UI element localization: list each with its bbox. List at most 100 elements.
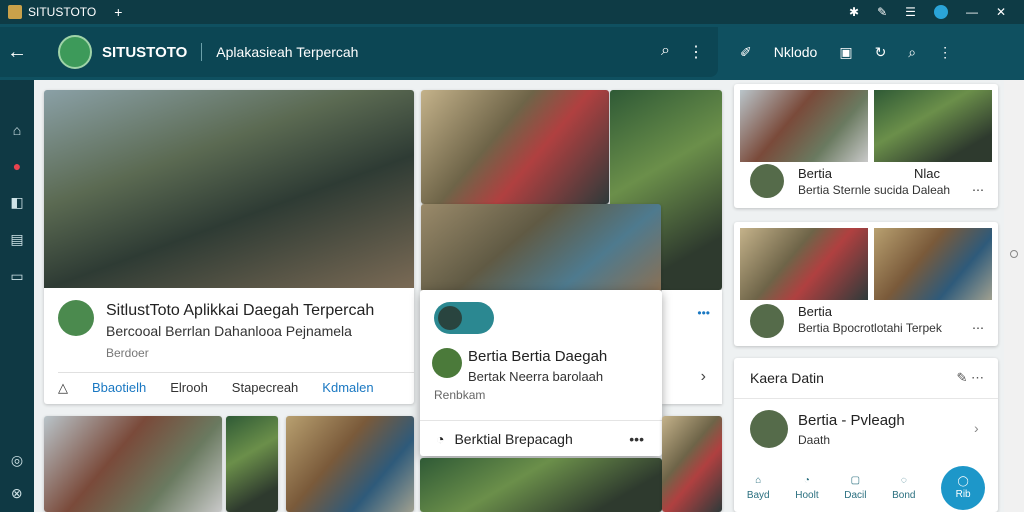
profile-icon[interactable] — [933, 5, 948, 19]
feed-photo-3[interactable] — [286, 416, 414, 512]
layout-icon[interactable]: ◧ — [10, 194, 23, 211]
gallery-photo-1[interactable] — [421, 90, 609, 204]
more-vert-icon[interactable]: ⋮ — [938, 44, 952, 61]
right-panel: Kaera Datin ✎ ⋯ Bertia - Pvleagh Daath ›… — [734, 358, 998, 512]
scrollbar-thumb[interactable] — [1010, 250, 1018, 258]
extension-icon[interactable]: ✱ — [849, 5, 859, 19]
list-icon[interactable]: ▤ — [10, 231, 23, 248]
news-card-2[interactable]: Bertia Bertia Bpocrotlotahi Terpek ⋯ — [734, 222, 998, 346]
app-header: ← SITUSTOTO Aplakasieah Terpercah ⌕ ⋮ ✐ … — [0, 24, 1024, 80]
tab-explore[interactable]: ◔ Hoolt — [795, 475, 818, 501]
panel-icon[interactable]: ▭ — [10, 268, 23, 285]
tab-label: Dacil — [844, 490, 867, 501]
main-post-card[interactable]: SitlustToto Aplikkai Daegah Terpercah Be… — [44, 90, 414, 404]
more-icon[interactable]: ⋯ — [972, 321, 984, 335]
news-photo — [874, 90, 992, 162]
edit-icon[interactable]: ✎ — [877, 5, 887, 19]
feed-photo-4[interactable] — [420, 458, 662, 512]
side-card[interactable]: ••• › — [662, 290, 722, 404]
news-subtitle: Bertia Bpocrotlotahi Terpek — [798, 321, 942, 335]
chevron-right-icon[interactable]: › — [701, 368, 706, 386]
avatar[interactable] — [58, 300, 94, 336]
action-button-3[interactable]: Stapecreah — [232, 380, 299, 396]
news-photo — [740, 228, 868, 300]
window-titlebar: SITUSTOTO + ✱ ✎ ☰ — ✕ — [0, 0, 1024, 24]
tab-label: Bond — [892, 490, 916, 501]
tab-label: Bayd — [746, 490, 770, 501]
alert-icon[interactable]: △ — [58, 380, 68, 396]
news-subtitle: Bertia Sternle sucida Daleah — [798, 183, 951, 197]
search-icon[interactable]: ⌕ — [661, 42, 670, 62]
back-arrow-icon[interactable]: ← — [0, 41, 34, 64]
gallery-photo-3[interactable] — [421, 204, 661, 292]
chevron-right-icon[interactable]: › — [974, 420, 979, 436]
toggle-knob — [438, 306, 462, 330]
news-title: Bertia — [798, 166, 832, 181]
scrollbar[interactable] — [1004, 80, 1024, 512]
avatar[interactable] — [750, 410, 788, 448]
panel-header-icons[interactable]: ✎ ⋯ — [956, 370, 984, 386]
feed-photo-5[interactable] — [662, 416, 722, 512]
more-vert-icon[interactable]: ⋮ — [688, 42, 704, 62]
side-navigation-bottom: ◎ ⊗ — [11, 452, 23, 512]
panel-item-subtitle: Daath — [798, 433, 831, 447]
tab-data[interactable]: ▢ Dacil — [844, 475, 866, 501]
logout-icon[interactable]: ⊗ — [11, 485, 23, 502]
news-extra: Nlac — [914, 166, 941, 181]
chat-icon: ◔ — [436, 430, 445, 447]
new-tab-button[interactable]: + — [114, 4, 122, 20]
tab-home[interactable]: ⌂ Bayd — [747, 475, 770, 501]
pen-icon[interactable]: ✐ — [740, 44, 752, 61]
bottom-tab-bar: ⌂ Bayd ◔ Hoolt ▢ Dacil ◌ Bond ◯ Rib — [734, 464, 998, 512]
channel-avatar[interactable] — [58, 35, 92, 69]
avatar[interactable] — [750, 164, 784, 198]
close-button[interactable]: ✕ — [996, 5, 1006, 19]
compass-icon: ◔ — [803, 475, 810, 486]
popup-subtitle: Bertak Neerra barolaah — [468, 369, 604, 384]
popup-footer-label: Berktial Brepacagh — [454, 430, 573, 447]
tab-label: Hoolt — [795, 490, 819, 501]
window-title: SITUSTOTO — [28, 5, 97, 19]
action-button-1[interactable]: Bbaotielh — [92, 380, 146, 396]
menu-icon[interactable]: ☰ — [905, 5, 916, 19]
post-actions: △ Bbaotielh Elrooh Stapecreah Kdmalen — [58, 372, 414, 396]
home-icon: ⌂ — [755, 475, 762, 486]
avatar[interactable] — [750, 304, 784, 338]
circle-icon: ◌ — [900, 475, 907, 486]
news-title: Bertia — [798, 304, 832, 319]
screen-icon[interactable]: ▣ — [839, 44, 852, 61]
minimize-button[interactable]: — — [966, 5, 978, 19]
window-controls: ✱ ✎ ☰ — ✕ — [849, 5, 1024, 19]
more-icon[interactable]: ••• — [697, 306, 710, 320]
search-icon[interactable]: ⌕ — [908, 44, 916, 61]
fab-icon: ◯ — [957, 476, 969, 487]
more-icon[interactable]: ⋯ — [972, 183, 984, 197]
header-actions: ⌕ ⋮ — [661, 42, 718, 62]
popup-footer[interactable]: ◔ Berktial Brepacagh ••• — [420, 420, 662, 456]
action-button-4[interactable]: Kdmalen — [322, 380, 373, 396]
home-icon[interactable]: ⌂ — [13, 122, 21, 138]
more-icon[interactable]: ••• — [629, 431, 662, 447]
post-popup[interactable]: Bertia Bertia Daegah Bertak Neerra barol… — [420, 290, 662, 456]
post-subtitle: Bercooal Berrlan Dahanlooa Pejnamela — [106, 323, 352, 339]
panel-item-title[interactable]: Bertia - Pvleagh — [798, 412, 905, 429]
action-button-2[interactable]: Elrooh — [170, 380, 208, 396]
avatar[interactable] — [432, 348, 462, 378]
feed-photo-2[interactable] — [226, 416, 278, 512]
header-divider — [201, 43, 203, 61]
header-right-tools: ✐ Nklodo ▣ ↻ ⌕ ⋮ — [740, 44, 952, 61]
header-tool-label[interactable]: Nklodo — [774, 44, 818, 60]
news-card-1[interactable]: Bertia Nlac Bertia Sternle sucida Daleah… — [734, 84, 998, 208]
fab-label: Rib — [955, 489, 971, 500]
refresh-icon[interactable]: ↻ — [875, 44, 887, 61]
notification-icon[interactable]: ● — [13, 158, 21, 174]
tab-bond[interactable]: ◌ Bond — [892, 475, 915, 501]
settings-icon[interactable]: ◎ — [11, 452, 23, 469]
floating-action-button[interactable]: ◯ Rib — [941, 466, 986, 510]
toggle-pill[interactable] — [434, 302, 494, 334]
feed-photo-1[interactable] — [44, 416, 222, 512]
divider — [734, 398, 998, 399]
divider — [58, 372, 414, 373]
page-subtitle: Aplakasieah Terpercah — [216, 44, 359, 60]
news-photo — [874, 228, 992, 300]
